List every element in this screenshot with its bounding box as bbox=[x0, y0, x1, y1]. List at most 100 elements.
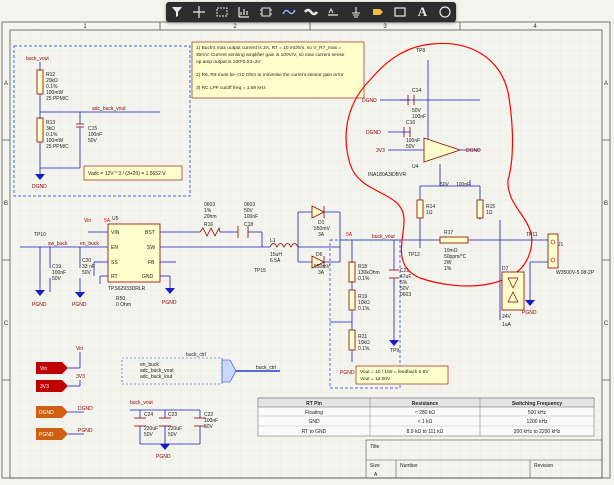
r14-resistor[interactable] bbox=[416, 199, 424, 219]
r19-tol: 0.1% bbox=[358, 306, 370, 312]
dgnd-c14: DGND bbox=[362, 98, 377, 104]
r21-resistor[interactable] bbox=[348, 329, 356, 351]
u5-pin-fb: FB bbox=[148, 260, 155, 266]
net-label-icon[interactable] bbox=[324, 3, 342, 21]
d7-ref: D7 bbox=[502, 266, 509, 272]
row-label-c: C bbox=[4, 321, 9, 327]
port-pgnd-label: PGND bbox=[39, 432, 54, 438]
rt-row-3-pin: RT to GND bbox=[302, 429, 327, 435]
vin-net-port: Vin bbox=[76, 346, 83, 352]
dgnd-c16: DGND bbox=[366, 130, 381, 136]
tp8-label: TP8 bbox=[416, 48, 425, 54]
net-buck-vout-bottom: buck_vout bbox=[130, 400, 153, 406]
j1-part: W3500V-5.08-2P bbox=[556, 270, 595, 276]
r17-ref: R17 bbox=[444, 230, 453, 236]
r17-tol: 1% bbox=[444, 266, 452, 272]
tp11-label: TP11 bbox=[526, 232, 538, 238]
net-buck-vout-rail: buck_vout bbox=[372, 234, 395, 240]
c18-ref: C18 bbox=[244, 222, 253, 228]
c16-voltage: 50V bbox=[406, 144, 416, 150]
note-line-1: 1) Buck's max output current is 3A, R7 =… bbox=[196, 45, 341, 51]
port-dgnd-label: DGND bbox=[39, 410, 54, 416]
vadc-note-text: Vadc = 12V * 3 / (3+20) = 1.5652 V bbox=[88, 171, 166, 177]
tp12-label: TP12 bbox=[408, 252, 420, 258]
component-icon[interactable] bbox=[257, 3, 275, 21]
port-pgnd[interactable]: PGND bbox=[36, 428, 68, 440]
row-label-b: B bbox=[4, 201, 8, 207]
vout-note-line-1: Vout = 10 / 150 = feedback 0.8V bbox=[360, 369, 429, 375]
vout-note-line-2: Vout = 12.00V bbox=[360, 376, 391, 382]
d6-current: 3A bbox=[318, 270, 325, 276]
c21-package: 0603 bbox=[400, 292, 411, 298]
c23-ref: C23 bbox=[168, 412, 177, 418]
r18-resistor[interactable] bbox=[348, 261, 356, 283]
chart-icon[interactable] bbox=[235, 3, 253, 21]
r15-value: 1Ω bbox=[486, 210, 493, 216]
port-vin-label: Vin bbox=[40, 366, 47, 372]
c17-voltage: 50V bbox=[440, 182, 450, 188]
r21-tol: 0.1% bbox=[358, 346, 370, 352]
port-icon[interactable] bbox=[369, 3, 387, 21]
row-label-c-right: C bbox=[604, 321, 609, 327]
pgnd-bottom: PGND bbox=[156, 454, 171, 460]
circle-icon[interactable] bbox=[436, 3, 454, 21]
net-en-buck: en_buck bbox=[80, 241, 99, 247]
tp9-label: TP9 bbox=[390, 348, 399, 354]
r12-ppm: 25 PPM/C bbox=[46, 96, 69, 102]
u5-pin-ss: SS bbox=[111, 260, 118, 266]
c17-value: 100nF bbox=[456, 182, 470, 188]
text-icon[interactable]: A bbox=[413, 3, 431, 21]
number-label: Number bbox=[400, 463, 418, 469]
crosshair-icon[interactable] bbox=[190, 3, 208, 21]
select-rect-icon[interactable] bbox=[213, 3, 231, 21]
port-vin[interactable]: Vin bbox=[36, 362, 68, 374]
j1-connector[interactable] bbox=[547, 233, 559, 269]
c22-voltage: 50V bbox=[204, 424, 214, 430]
port-3v3[interactable]: 3V3 bbox=[36, 380, 68, 392]
r18-tol: 0.1% bbox=[358, 276, 370, 282]
rt-row-1-res: ≈ 280 kΩ bbox=[415, 410, 435, 416]
r16-ref: R16 bbox=[204, 222, 213, 228]
wire-icon[interactable] bbox=[280, 3, 298, 21]
dgnd-u4: DGND bbox=[466, 148, 481, 154]
u5-pin-en: EN bbox=[111, 245, 118, 251]
d7-voltage: 24V bbox=[502, 314, 512, 320]
port-dgnd[interactable]: DGND bbox=[36, 406, 68, 418]
schematic-toolbar: A bbox=[166, 2, 456, 22]
pgnd-5: PGND bbox=[340, 370, 355, 376]
rt-header-pin: RT Pin bbox=[306, 401, 322, 407]
bus-icon[interactable] bbox=[302, 3, 320, 21]
r19-resistor[interactable] bbox=[348, 289, 356, 311]
l1-current: 6.5A bbox=[270, 258, 281, 264]
c20-voltage: 50V bbox=[82, 270, 92, 276]
schematic-canvas[interactable]: 1 2 3 4 A B C A B C buck_vout R12 20kΩ 0… bbox=[0, 0, 614, 480]
c18-value: 100nF bbox=[244, 214, 258, 220]
rt-row-1-pin: Floating bbox=[305, 410, 323, 416]
j1-ref: J1 bbox=[558, 242, 564, 248]
rt-row-3-freq: 200 kHz to 2200 kHz bbox=[514, 429, 561, 435]
rt-row-1-freq: 500 kHz bbox=[528, 410, 547, 416]
u5-pin-rt: RT bbox=[111, 274, 118, 280]
net-sw-buck: sw_buck bbox=[48, 241, 68, 247]
rt-row-2-res: < 1 kΩ bbox=[418, 419, 433, 425]
rectangle-icon[interactable] bbox=[391, 3, 409, 21]
r17-resistor[interactable] bbox=[439, 236, 469, 244]
power-port-icon[interactable] bbox=[347, 3, 365, 21]
c23-voltage: 50V bbox=[168, 432, 178, 438]
net-buck-vout-left: buck_vout bbox=[26, 56, 49, 62]
r15-resistor[interactable] bbox=[476, 199, 484, 219]
harness-bus-label: buck_ctrl bbox=[256, 365, 276, 371]
u4-part: INA180A3IDBVR bbox=[368, 172, 406, 178]
u5-pin-sw: SW bbox=[147, 245, 155, 251]
c16-ref: C16 bbox=[406, 120, 415, 126]
rt-header-freq: Switching Frequency bbox=[512, 401, 563, 407]
c24-voltage: 50V bbox=[144, 432, 154, 438]
pgnd-3: PGND bbox=[162, 300, 177, 306]
schematic-sheet: 1 2 3 4 A B C A B C buck_vout R12 20kΩ 0… bbox=[0, 0, 614, 480]
v3v3-u4: 3V3 bbox=[376, 148, 385, 154]
rt-header-res: Resistance bbox=[412, 401, 439, 407]
filter-icon[interactable] bbox=[168, 3, 186, 21]
vin-current: 5A bbox=[104, 218, 111, 224]
pgnd-net-port: PGND bbox=[78, 428, 93, 434]
note-line-7: 3) RC LPF cutoff freq = 1.59 kHz bbox=[196, 85, 266, 91]
